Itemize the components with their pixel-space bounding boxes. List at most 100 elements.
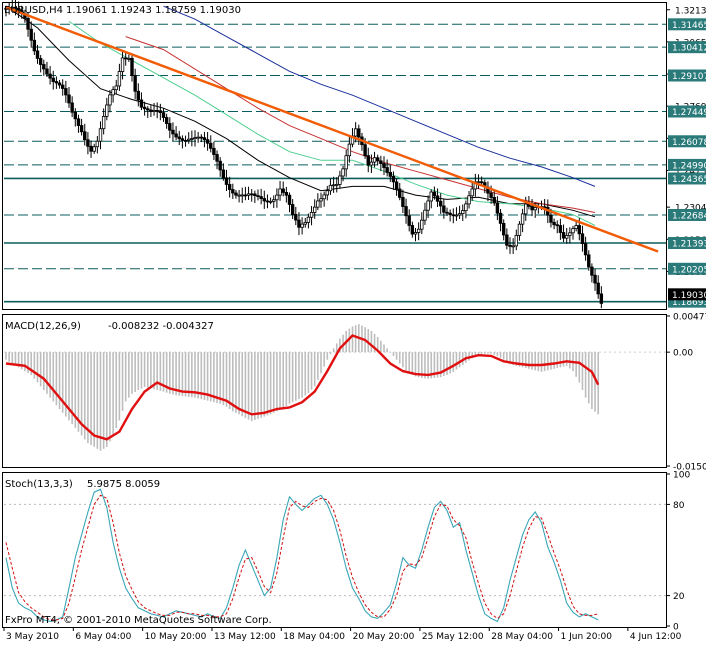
candle-body — [152, 110, 156, 112]
candle-body — [445, 211, 449, 214]
candle-body — [583, 243, 588, 256]
candle-body — [98, 128, 103, 142]
candle-body — [448, 212, 452, 216]
candle-body — [205, 139, 210, 144]
stoch-tick-label: 0 — [673, 623, 679, 633]
candle-body — [111, 89, 115, 96]
candle-body — [467, 195, 471, 205]
candle-body — [155, 110, 159, 112]
candle-body — [312, 206, 317, 213]
candle-body — [180, 138, 185, 141]
candle-body — [461, 210, 465, 215]
candle-body — [401, 197, 405, 207]
macd-panel-frame — [2, 314, 667, 468]
candle-body — [596, 282, 600, 295]
level-label: 1.29107 — [672, 72, 706, 82]
level-label: 1.22684 — [672, 211, 706, 221]
candle-body — [325, 190, 329, 196]
candle-body — [524, 203, 528, 215]
candle-body — [413, 232, 418, 235]
candle-body — [42, 64, 46, 70]
candle-body — [89, 145, 93, 152]
price-levels — [4, 23, 666, 303]
stoch-axis: 100 80 20 0 — [666, 471, 690, 633]
candle-body — [275, 194, 279, 201]
candle-body — [420, 219, 424, 230]
candle-body — [571, 228, 575, 234]
candle-body — [520, 213, 525, 225]
candle-body — [73, 111, 77, 120]
candle-body — [505, 234, 509, 246]
time-tick-label: 10 May 20:00 — [145, 632, 207, 642]
candle-body — [394, 181, 399, 190]
candle-body — [221, 169, 226, 179]
candle-body — [284, 192, 289, 196]
macd-title: MACD(12,26,9) — [5, 321, 81, 332]
candle-body — [57, 82, 62, 86]
level-label: 1.26078 — [672, 138, 706, 148]
stoch-main-line — [5, 488, 599, 623]
candle-body — [190, 138, 194, 140]
candle-body — [164, 117, 169, 124]
candle-body — [322, 194, 326, 200]
candle-body — [306, 216, 311, 223]
candle-body — [479, 181, 484, 184]
candle-body — [105, 104, 109, 117]
candle-body — [451, 214, 455, 217]
candle-body — [316, 200, 320, 208]
candle-body — [593, 274, 597, 284]
candle-body — [454, 214, 459, 217]
candle-body — [501, 222, 506, 236]
level-label: 1.30412 — [672, 44, 706, 54]
candle-body — [146, 108, 150, 111]
candle-body — [76, 118, 81, 126]
candle-body — [410, 225, 415, 235]
candle-body — [561, 232, 566, 239]
candle-body — [29, 28, 33, 41]
candle-body — [142, 106, 147, 110]
candle-body — [79, 125, 84, 133]
candle-body — [495, 202, 500, 214]
candle-body — [51, 77, 55, 82]
candle-body — [70, 102, 74, 113]
candle-body — [577, 225, 581, 235]
stoch-tick-label: 20 — [673, 592, 685, 602]
level-label: 1.24365 — [672, 175, 706, 185]
candle-body — [338, 175, 342, 185]
stoch-values: 5.9875 8.0059 — [87, 479, 160, 490]
candle-body — [196, 136, 200, 139]
candle-body — [278, 188, 282, 196]
candle-body — [246, 193, 251, 196]
candle-body — [533, 207, 537, 211]
candle-body — [240, 194, 244, 197]
candle-body — [391, 175, 396, 183]
candle-body — [416, 228, 421, 233]
candle-body — [498, 212, 503, 224]
candle-body — [565, 235, 569, 239]
candle-body — [171, 129, 175, 135]
candle-body — [297, 219, 301, 228]
candle-body — [67, 94, 71, 104]
candle-body — [237, 194, 241, 197]
candle-body — [303, 221, 307, 225]
candle-body — [262, 198, 266, 202]
candle-body — [130, 57, 134, 76]
macd-tick-label: 0.004770 — [673, 313, 706, 323]
candle-body — [599, 293, 604, 304]
symbol-title: EURUSD,H4 — [4, 5, 63, 16]
candle-body — [268, 200, 273, 203]
current-price-label: 1.19030 — [672, 291, 706, 301]
candle-body — [357, 128, 361, 138]
chart-canvas[interactable]: 1.321351.306551.291751.276951.262151.247… — [0, 0, 706, 644]
candle-body — [375, 157, 380, 162]
macd-series — [4, 324, 666, 451]
candle-body — [161, 112, 166, 118]
candle-body — [372, 157, 377, 163]
candle-body — [202, 137, 207, 141]
candle-body — [54, 81, 59, 84]
candle-body — [95, 140, 100, 148]
time-tick-label: 20 May 20:00 — [353, 632, 415, 642]
candle-body — [45, 68, 49, 75]
stoch-title: Stoch(13,3,3) — [5, 479, 73, 490]
level-label: 1.21393 — [672, 240, 706, 250]
